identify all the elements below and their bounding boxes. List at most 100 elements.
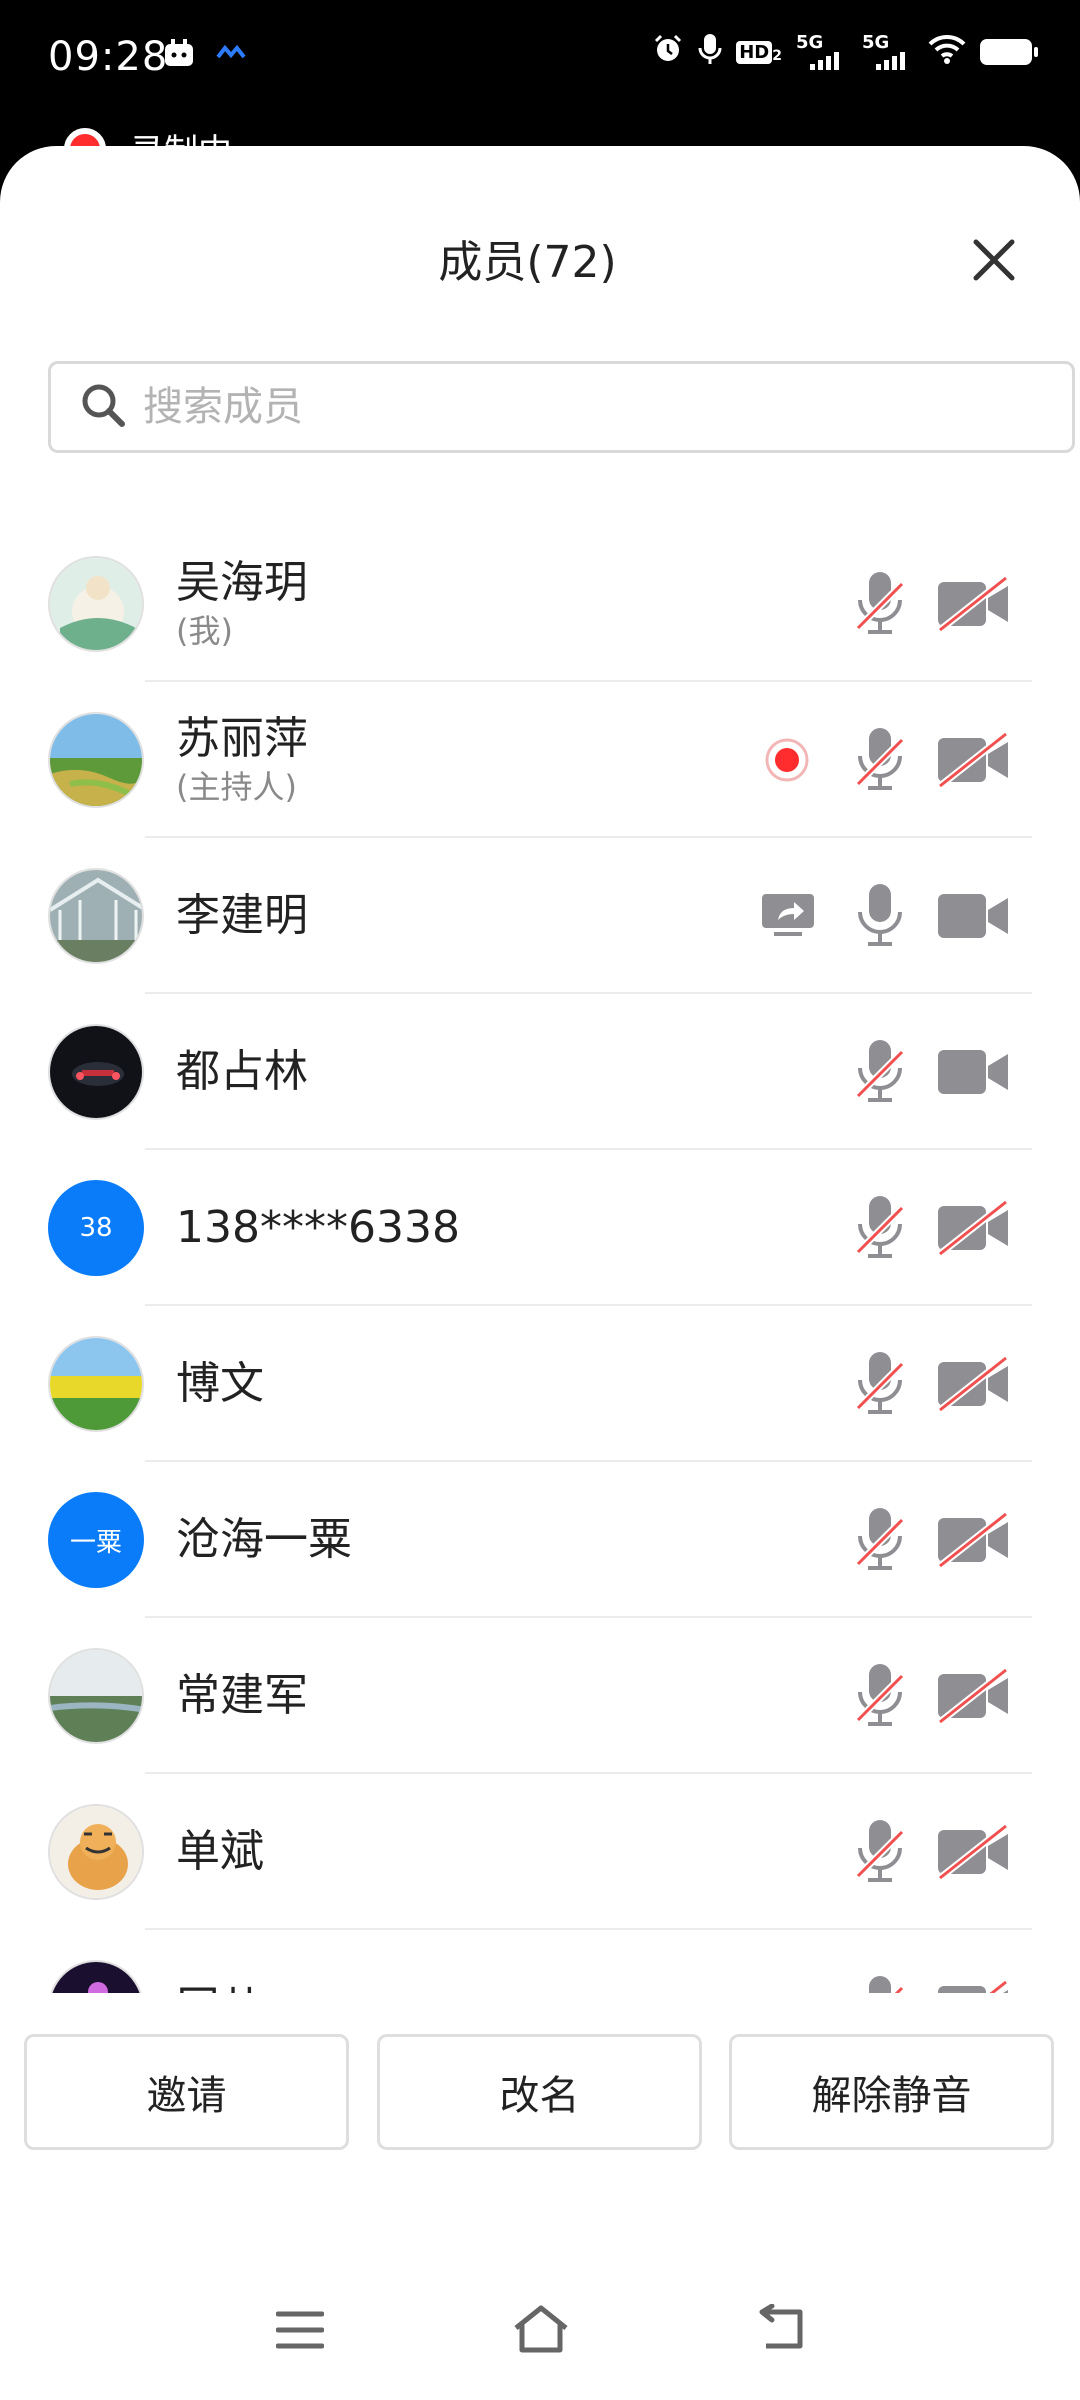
member-list[interactable]: 吴海玥 (我) 苏丽萍 (主持人) 李建明 都占林 38 138****6338… bbox=[0, 526, 1080, 1993]
screen-share-icon bbox=[760, 890, 816, 944]
camera-off-icon[interactable] bbox=[936, 1979, 1010, 1993]
status-bar: 09:28 HD 2 5G 5G bbox=[0, 0, 1080, 120]
mic-muted-icon[interactable] bbox=[854, 1818, 906, 1890]
member-row[interactable]: 苏丽萍 (主持人) bbox=[0, 682, 1080, 838]
camera-off-icon[interactable] bbox=[936, 731, 1010, 792]
hd-sub-label: 2 bbox=[772, 47, 782, 64]
member-role: (我) bbox=[176, 612, 233, 650]
member-name: 都占林 bbox=[176, 1046, 308, 1097]
camera-on-icon[interactable] bbox=[936, 888, 1010, 948]
member-role: (主持人) bbox=[176, 768, 297, 806]
member-row[interactable]: 都占林 bbox=[0, 994, 1080, 1150]
sheet-title: 成员(72) bbox=[438, 237, 617, 288]
mic-muted-icon[interactable] bbox=[854, 1350, 906, 1422]
member-name: 沧海一粟 bbox=[176, 1514, 352, 1565]
member-name-block: 李建明 bbox=[176, 838, 308, 994]
avatar bbox=[48, 1648, 144, 1744]
mic-muted-icon[interactable] bbox=[854, 570, 906, 642]
member-row[interactable]: 常建军 bbox=[0, 1618, 1080, 1774]
recording-icon bbox=[764, 737, 810, 787]
avatar-initials: 一粟 bbox=[48, 1492, 144, 1588]
signal-5g-icon-2: 5G bbox=[862, 32, 914, 72]
member-name: 冈儿 bbox=[176, 1981, 264, 1993]
unmute-button[interactable]: 解除静音 bbox=[729, 2034, 1054, 2150]
mic-muted-icon[interactable] bbox=[854, 1194, 906, 1266]
member-name-block: 冈儿 bbox=[176, 1930, 264, 1993]
avatar bbox=[48, 868, 144, 964]
member-name: 苏丽萍 bbox=[176, 713, 308, 764]
wifi-icon bbox=[928, 34, 966, 70]
menu-nav-button[interactable] bbox=[275, 2310, 325, 2354]
invite-button[interactable]: 邀请 bbox=[24, 2034, 349, 2150]
member-row[interactable]: 一粟 沧海一粟 bbox=[0, 1462, 1080, 1618]
member-row[interactable]: 李建明 bbox=[0, 838, 1080, 994]
member-name: 博文 bbox=[176, 1358, 264, 1409]
mic-muted-icon[interactable] bbox=[854, 1506, 906, 1578]
avatar bbox=[48, 556, 144, 652]
home-icon bbox=[514, 2305, 568, 2353]
member-name-block: 都占林 bbox=[176, 994, 308, 1150]
member-row[interactable]: 博文 bbox=[0, 1306, 1080, 1462]
status-time: 09:28 bbox=[48, 34, 169, 80]
mic-muted-icon[interactable] bbox=[854, 1662, 906, 1734]
mic-on-icon[interactable] bbox=[854, 882, 906, 954]
app-notification-icon bbox=[162, 36, 196, 74]
action-bar: 邀请 改名 解除静音 bbox=[0, 2034, 1080, 2158]
search-icon bbox=[79, 381, 127, 433]
battery-icon bbox=[980, 39, 1038, 65]
system-nav-bar bbox=[0, 2290, 1080, 2380]
member-name-block: 博文 bbox=[176, 1306, 264, 1462]
close-icon bbox=[973, 239, 1015, 281]
avatar-initials: 38 bbox=[48, 1180, 144, 1276]
search-box[interactable] bbox=[48, 361, 1075, 453]
rename-button[interactable]: 改名 bbox=[377, 2034, 702, 2150]
camera-off-icon[interactable] bbox=[936, 1511, 1010, 1572]
member-name-block: 吴海玥 (我) bbox=[176, 526, 308, 682]
meeting-app-icon bbox=[216, 43, 246, 67]
member-row[interactable]: 单斌 bbox=[0, 1774, 1080, 1930]
member-name-block: 苏丽萍 (主持人) bbox=[176, 682, 308, 838]
sheet-header: 成员(72) bbox=[0, 146, 1080, 376]
member-name: 138****6338 bbox=[176, 1202, 460, 1253]
members-sheet: 成员(72) 吴海玥 (我) bbox=[0, 146, 1080, 2400]
hd-voice-icon: HD 2 bbox=[736, 40, 782, 64]
camera-off-icon[interactable] bbox=[936, 1355, 1010, 1416]
camera-off-icon[interactable] bbox=[936, 1823, 1010, 1884]
avatar bbox=[48, 1804, 144, 1900]
back-nav-button[interactable] bbox=[756, 2303, 806, 2356]
member-row[interactable]: 38 138****6338 bbox=[0, 1150, 1080, 1306]
member-name: 常建军 bbox=[176, 1670, 308, 1721]
status-left-icons bbox=[162, 36, 246, 74]
avatar bbox=[48, 1024, 144, 1120]
member-name-block: 常建军 bbox=[176, 1618, 308, 1774]
camera-off-icon[interactable] bbox=[936, 1667, 1010, 1728]
camera-on-icon[interactable] bbox=[936, 1044, 1010, 1104]
member-row[interactable]: 冈儿 bbox=[0, 1930, 1080, 1993]
avatar bbox=[48, 1336, 144, 1432]
mic-muted-icon[interactable] bbox=[854, 1038, 906, 1110]
member-row[interactable]: 吴海玥 (我) bbox=[0, 526, 1080, 682]
net2-label: 5G bbox=[862, 32, 890, 53]
member-name: 单斌 bbox=[176, 1826, 264, 1877]
search-input[interactable] bbox=[141, 383, 945, 431]
member-name-block: 沧海一粟 bbox=[176, 1462, 352, 1618]
mic-muted-icon[interactable] bbox=[854, 726, 906, 798]
member-name-block: 138****6338 bbox=[176, 1150, 460, 1306]
camera-off-icon[interactable] bbox=[936, 1199, 1010, 1260]
avatar bbox=[48, 1960, 144, 1993]
close-button[interactable] bbox=[964, 230, 1024, 290]
back-icon bbox=[759, 2303, 803, 2349]
hd-label: HD bbox=[736, 40, 773, 64]
member-name: 李建明 bbox=[176, 890, 308, 941]
member-name-block: 单斌 bbox=[176, 1774, 264, 1930]
alarm-icon bbox=[652, 33, 684, 71]
member-name: 吴海玥 bbox=[176, 557, 308, 608]
home-nav-button[interactable] bbox=[512, 2304, 570, 2358]
avatar bbox=[48, 712, 144, 808]
net1-label: 5G bbox=[796, 32, 824, 53]
microphone-status-icon bbox=[698, 32, 722, 72]
mic-muted-icon[interactable] bbox=[854, 1974, 906, 1993]
camera-off-icon[interactable] bbox=[936, 575, 1010, 636]
signal-5g-icon-1: 5G bbox=[796, 32, 848, 72]
status-right-icons: HD 2 5G 5G bbox=[652, 32, 1038, 72]
